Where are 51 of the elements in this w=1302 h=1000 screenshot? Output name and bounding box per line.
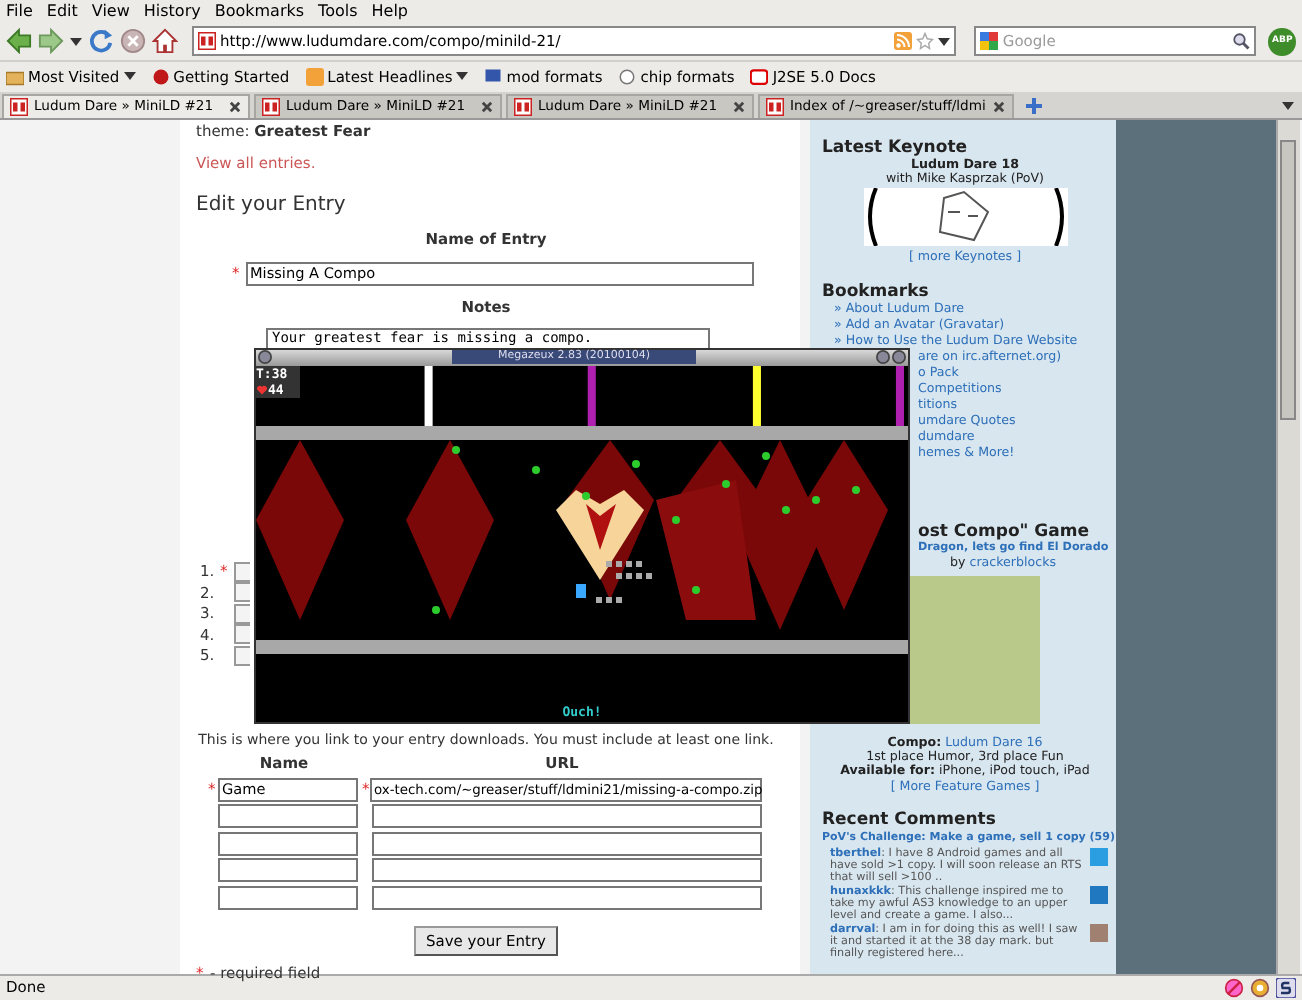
link-url-field[interactable] [371,885,762,910]
scrollbar[interactable] [1276,119,1300,974]
caret-icon[interactable] [1282,101,1294,110]
close-icon[interactable] [892,350,906,365]
site-icon [198,32,216,51]
link-name-field[interactable] [218,804,358,829]
sidebar-heading: ost Compo" Game [918,521,1090,542]
sidebar-heading: Recent Comments [822,810,998,831]
link-field[interactable] [234,624,250,645]
home-icon[interactable] [152,28,178,55]
back-icon[interactable] [6,28,32,55]
search-engine-icon[interactable] [980,32,999,51]
link-field[interactable] [234,603,250,624]
stop-icon[interactable] [120,28,146,55]
link-url-field[interactable] [371,831,762,856]
link-url-field[interactable] [371,858,762,883]
window-menu-icon[interactable] [258,350,272,365]
menu-item[interactable]: Edit [46,2,78,21]
extension-icon[interactable] [1276,977,1296,998]
feed-icon [305,67,324,86]
link-url-field[interactable] [371,804,762,829]
menu-item[interactable]: Help [371,2,409,21]
heart-icon [256,383,268,396]
link-field[interactable] [234,582,250,603]
sidebar-heading: Latest Keynote [822,137,970,158]
menu-item[interactable]: View [91,2,130,21]
section-heading: Edit your Entry [196,193,348,218]
folder-icon [6,67,24,86]
link-name-field[interactable] [218,885,358,910]
close-icon[interactable] [480,99,494,114]
search-icon[interactable] [1232,32,1251,51]
gear-icon[interactable] [1250,977,1270,998]
link-field[interactable] [234,645,250,666]
close-icon[interactable] [228,99,242,114]
menu-item[interactable]: History [143,2,201,21]
caret-icon[interactable] [938,37,951,46]
menu-item[interactable]: File [6,2,33,21]
minimize-icon[interactable] [876,350,890,365]
caret-icon[interactable] [70,37,82,46]
link-name-field[interactable] [218,831,358,856]
menu-item[interactable]: Tools [318,2,358,21]
new-tab-icon[interactable] [1025,97,1042,114]
close-icon[interactable] [991,99,1006,114]
blocked-icon[interactable] [1224,977,1244,998]
link-field[interactable] [234,561,250,582]
link-name-field[interactable] [218,858,358,883]
star-icon[interactable] [916,32,935,51]
reload-icon[interactable] [88,28,114,55]
sidebar-heading: Bookmarks [822,281,931,302]
menu-item[interactable]: Bookmarks [214,2,305,21]
close-icon[interactable] [732,99,746,114]
